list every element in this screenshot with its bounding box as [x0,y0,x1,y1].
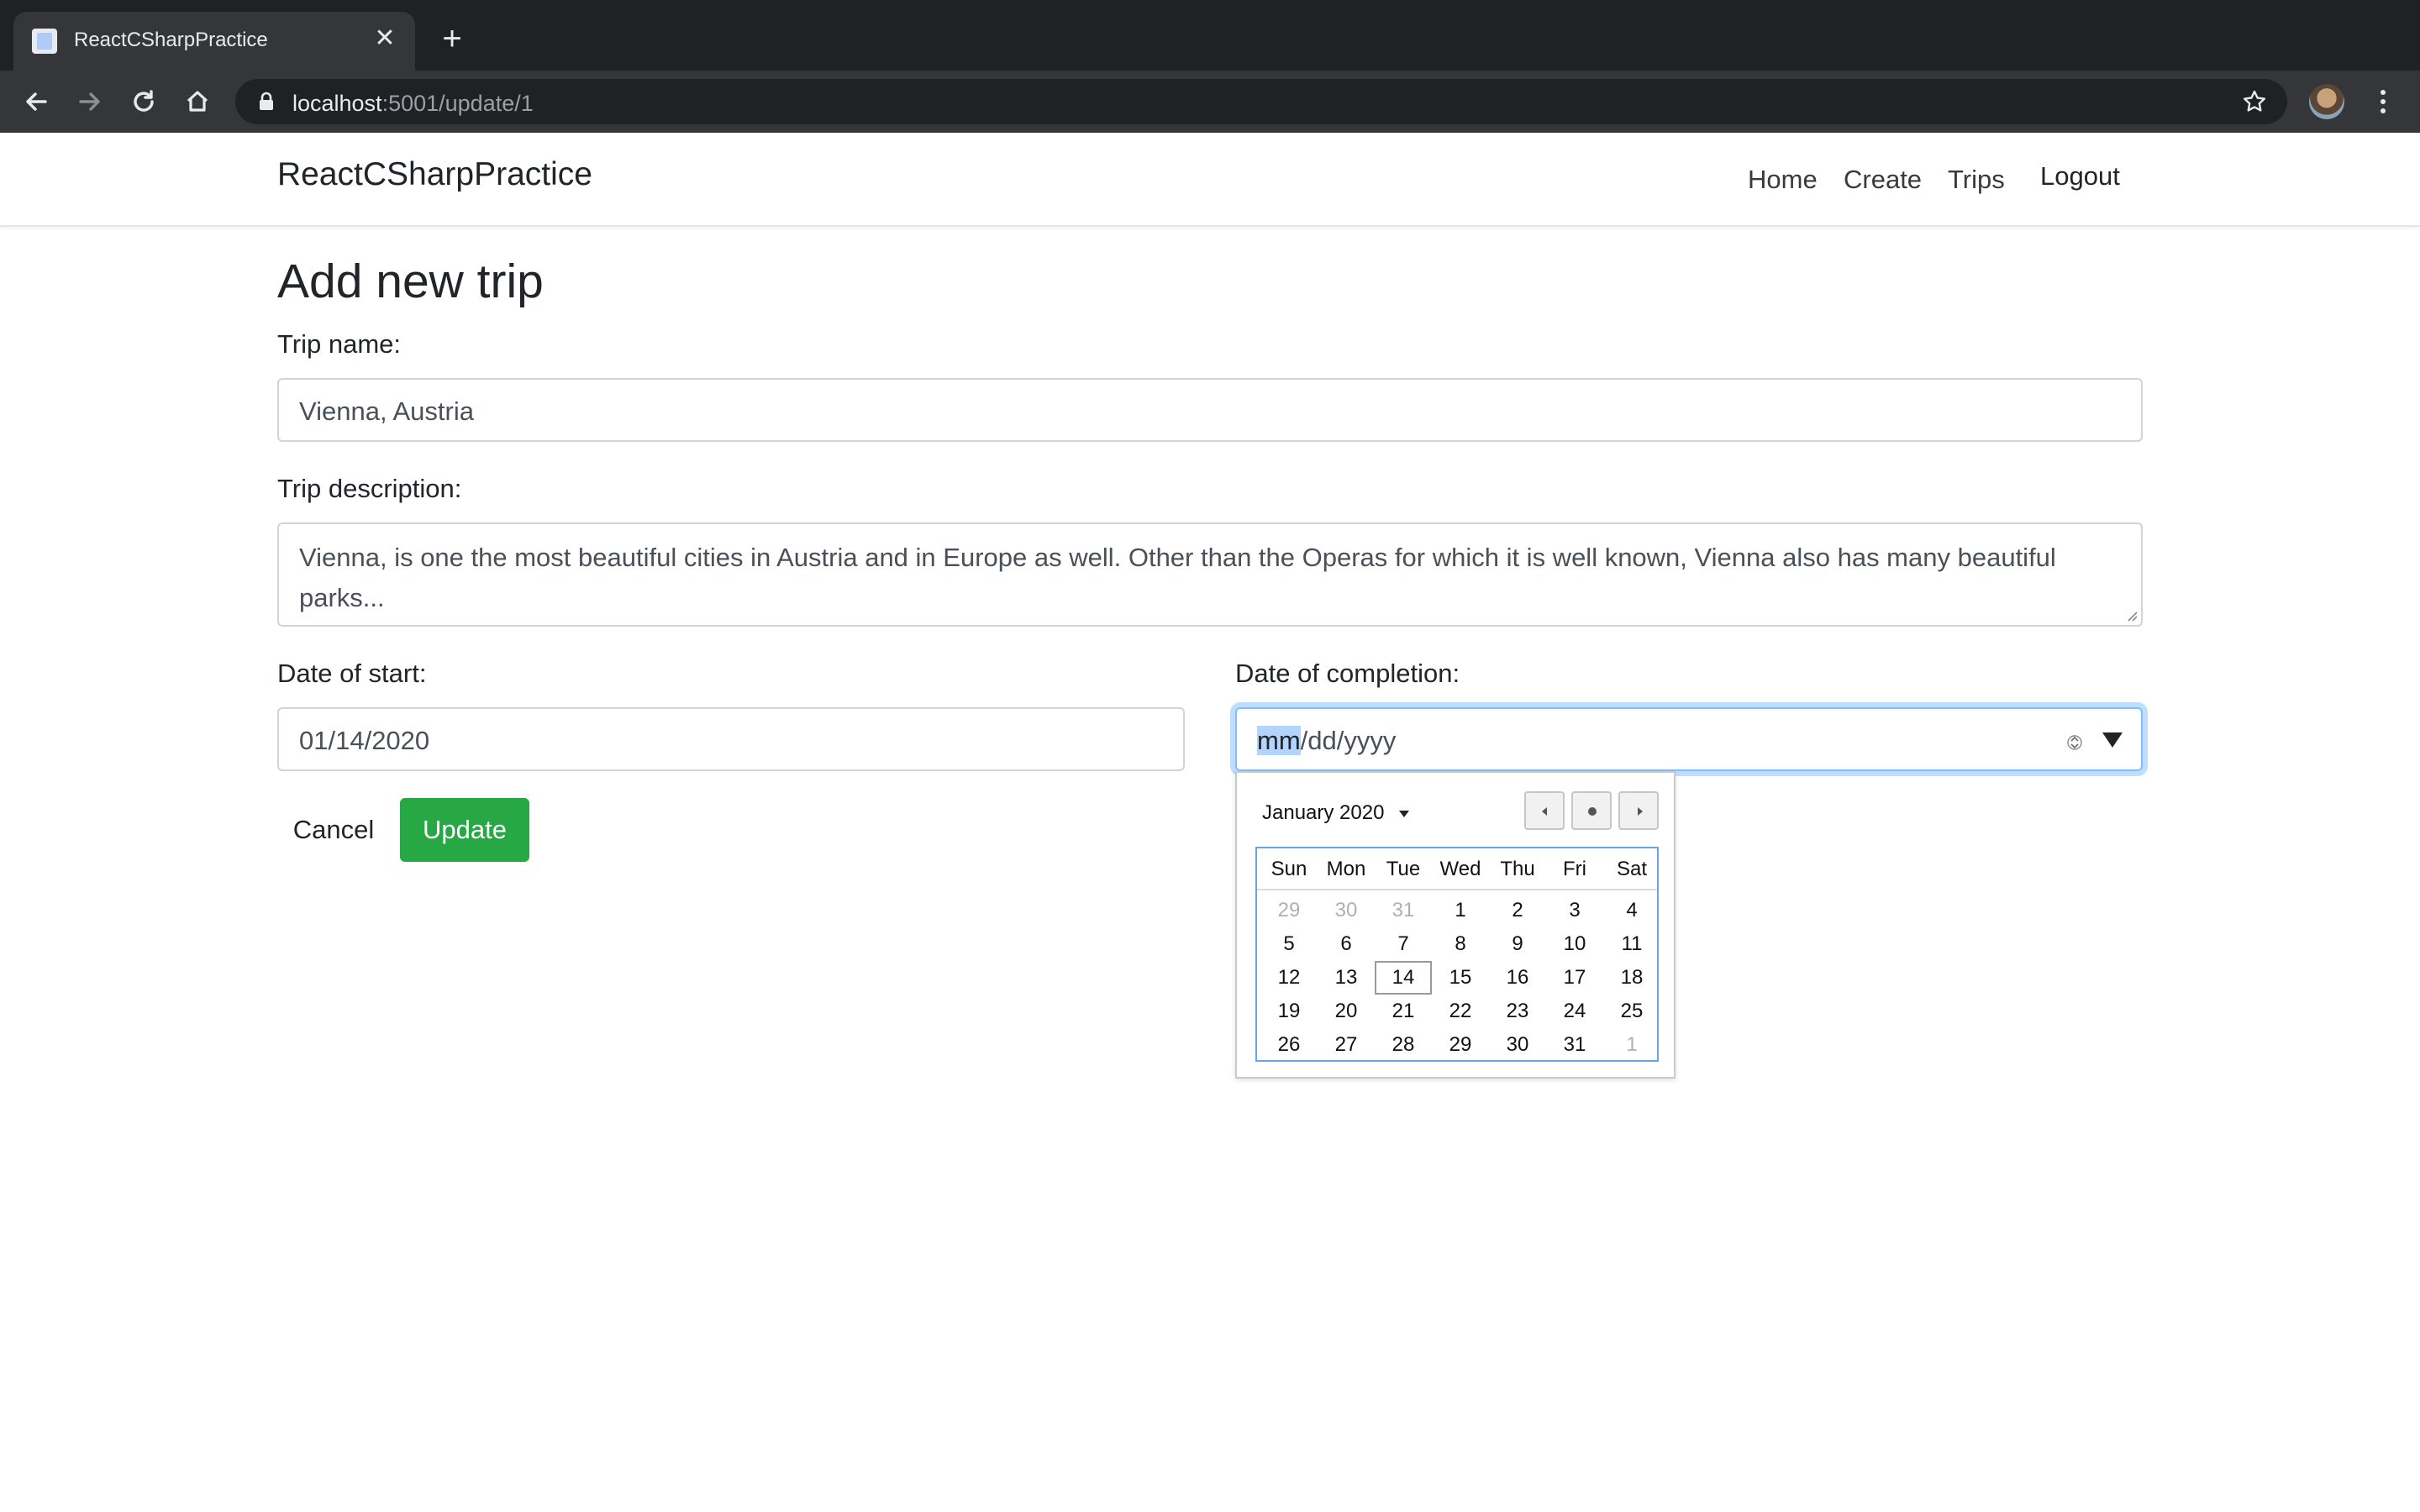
calendar-day[interactable]: 5 [1260,927,1318,961]
calendar-day[interactable]: 29 [1260,894,1318,927]
calendar-day[interactable]: 4 [1603,894,1660,927]
calendar-day[interactable]: 19 [1260,995,1318,1028]
page-title: Add new trip [277,255,544,308]
completion-date-input[interactable]: mm/dd/yyyy [1235,707,2143,771]
date-spinner-icon[interactable] [2067,731,2082,754]
bookmark-star-icon[interactable] [2240,87,2269,116]
calendar-day[interactable]: 25 [1603,995,1660,1028]
trip-description-textarea[interactable]: Vienna, is one the most beautiful cities… [277,522,2143,627]
forward-icon[interactable] [71,82,109,121]
new-tab-icon[interactable]: + [434,22,471,59]
resize-grip-icon[interactable] [2124,608,2138,622]
calendar-day[interactable]: 30 [1318,894,1375,927]
trip-name-input[interactable]: Vienna, Austria [277,378,2143,442]
browser-tab-strip: ReactCSharpPractice ✕ + [0,0,2420,71]
back-icon[interactable] [17,82,55,121]
weekday-wed: Wed [1439,858,1481,880]
completion-date-placeholder: mm/dd/yyyy [1257,726,1397,755]
calendar-day[interactable]: 31 [1375,894,1432,927]
close-tab-icon[interactable]: ✕ [370,24,400,54]
weekday-fri: Fri [1563,858,1586,880]
calendar-day[interactable]: 29 [1432,1028,1489,1062]
tab-title: ReactCSharpPractice [74,29,268,51]
brand-link[interactable]: ReactCSharpPractice [277,156,592,193]
completion-date-label: Date of completion: [1235,659,1460,688]
start-date-value: 01/14/2020 [299,726,430,755]
trip-name-label: Trip name: [277,329,402,359]
browser-tab[interactable]: ReactCSharpPractice ✕ [13,12,415,71]
start-date-input[interactable]: 01/14/2020 [277,707,1185,771]
weekday-mon: Mon [1326,858,1366,880]
caret-right-icon [1638,807,1643,816]
browser-menu-icon[interactable] [2375,82,2391,121]
calendar-day[interactable]: 16 [1489,961,1546,995]
calendar-day[interactable]: 13 [1318,961,1375,995]
lock-icon [260,92,273,110]
calendar-day[interactable]: 6 [1318,927,1375,961]
trip-description-label: Trip description: [277,474,462,503]
dot-icon [1588,807,1597,816]
calendar-day[interactable]: 12 [1260,961,1318,995]
calendar-day-today[interactable]: 14 [1375,961,1432,995]
calendar-day[interactable]: 31 [1546,1028,1603,1062]
calendar-day[interactable]: 21 [1375,995,1432,1028]
caret-left-icon [1542,807,1547,816]
trip-name-value: Vienna, Austria [299,396,474,426]
app-navbar: ReactCSharpPractice Home Create Trips Lo… [0,133,2420,227]
calendar-grid: Sun Mon Tue Wed Thu Fri Sat 29 30 31 1 2… [1255,847,1659,1062]
calendar-day[interactable]: 1 [1432,894,1489,927]
page-favicon-icon [32,29,57,54]
calendar-day[interactable]: 10 [1546,927,1603,961]
calendar-day[interactable]: 8 [1432,927,1489,961]
today-button[interactable] [1571,791,1612,830]
nav-logout[interactable]: Logout [2040,161,2120,192]
browser-toolbar: localhost:5001/update/1 [0,71,2420,133]
calendar-day[interactable]: 9 [1489,927,1546,961]
calendar-day[interactable]: 20 [1318,995,1375,1028]
nav-create[interactable]: Create [1844,165,1922,195]
date-dropdown-arrow-icon[interactable] [2101,731,2124,749]
address-bar[interactable]: localhost:5001/update/1 [235,79,2287,124]
weekday-sun: Sun [1270,858,1307,880]
calendar-day[interactable]: 28 [1375,1028,1432,1062]
calendar-day[interactable]: 1 [1603,1028,1660,1062]
calendar-day[interactable]: 18 [1603,961,1660,995]
month-segment[interactable]: mm [1257,726,1301,755]
month-dropdown-caret-icon[interactable] [1398,810,1410,818]
calendar-day[interactable]: 2 [1489,894,1546,927]
calendar-day[interactable]: 15 [1432,961,1489,995]
calendar-day[interactable]: 7 [1375,927,1432,961]
home-icon[interactable] [178,82,217,121]
prev-month-button[interactable] [1524,791,1565,830]
month-year-selector[interactable]: January 2020 [1262,801,1384,825]
calendar-day[interactable]: 23 [1489,995,1546,1028]
update-button[interactable]: Update [400,798,529,862]
calendar-day[interactable]: 3 [1546,894,1603,927]
next-month-button[interactable] [1618,791,1659,830]
calendar-day[interactable]: 30 [1489,1028,1546,1062]
calendar-day[interactable]: 26 [1260,1028,1318,1062]
calendar-day[interactable]: 11 [1603,927,1660,961]
url-text: localhost:5001/update/1 [292,91,534,116]
weekday-tue: Tue [1386,858,1421,880]
calendar-day[interactable]: 17 [1546,961,1603,995]
weekday-thu: Thu [1500,858,1535,880]
nav-home[interactable]: Home [1748,165,1818,195]
nav-trips[interactable]: Trips [1948,165,2005,195]
start-date-label: Date of start: [277,659,427,688]
calendar-day[interactable]: 27 [1318,1028,1375,1062]
date-picker-popup: January 2020 Sun Mon Tue Wed Thu Fri Sat… [1235,771,1676,1079]
calendar-day[interactable]: 22 [1432,995,1489,1028]
weekday-sat: Sat [1616,858,1648,880]
calendar-day[interactable]: 24 [1546,995,1603,1028]
trip-description-value: Vienna, is one the most beautiful cities… [299,543,2056,612]
cancel-button[interactable]: Cancel [277,798,390,862]
profile-avatar[interactable] [2309,84,2344,119]
reload-icon[interactable] [124,82,163,121]
